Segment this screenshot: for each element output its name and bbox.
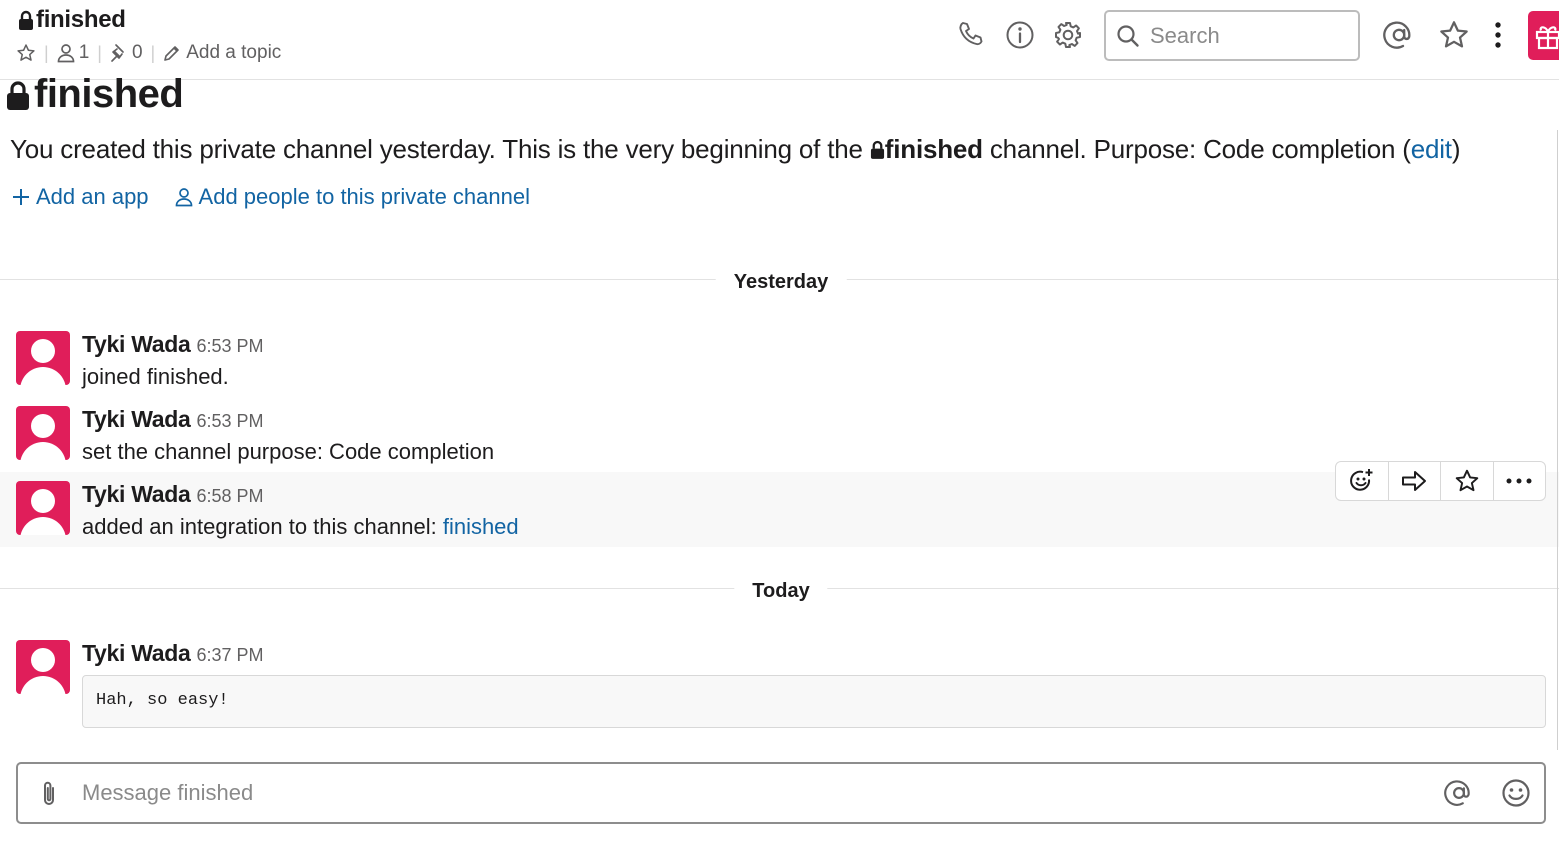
whats-new-button[interactable]	[1528, 11, 1559, 60]
share-arrow-icon	[1402, 471, 1427, 491]
star-icon	[17, 44, 35, 61]
person-icon	[175, 188, 192, 207]
intro-channel-title: finished	[6, 72, 184, 117]
intro-text-after: channel. Purpose: Code completion (	[982, 134, 1411, 164]
search-input[interactable]	[1150, 22, 1340, 49]
message-item: Tyki Wada 6:53 PM set the channel purpos…	[0, 397, 1559, 472]
star-message-button[interactable]	[1441, 462, 1494, 500]
add-people-button[interactable]: Add people to this private channel	[175, 184, 530, 210]
horizontal-dots-icon	[1506, 478, 1532, 484]
message-item: Tyki Wada 6:53 PM joined finished.	[0, 322, 1559, 397]
lock-icon	[870, 140, 884, 159]
at-sign-icon	[1383, 21, 1411, 49]
message-timestamp[interactable]: 6:53 PM	[197, 336, 264, 357]
message-text-body: added an integration to this channel:	[82, 514, 443, 539]
edit-purpose-link[interactable]: edit	[1411, 134, 1452, 164]
message-header: Tyki Wada 6:53 PM	[82, 331, 264, 358]
vertical-dots-icon	[1495, 22, 1501, 48]
message-author[interactable]: Tyki Wada	[82, 331, 191, 358]
mentions-button[interactable]	[1383, 19, 1415, 51]
info-icon	[1006, 21, 1034, 49]
message-text: set the channel purpose: Code completion	[82, 439, 495, 464]
meta-separator: |	[97, 42, 102, 63]
search-box[interactable]	[1104, 10, 1360, 61]
integration-link[interactable]: finished	[443, 514, 519, 539]
message-timestamp[interactable]: 6:53 PM	[197, 411, 264, 432]
search-icon	[1117, 24, 1139, 47]
message-author[interactable]: Tyki Wada	[82, 481, 191, 508]
channel-settings-button[interactable]	[1053, 20, 1083, 50]
message-text: added an integration to this channel: fi…	[82, 514, 519, 540]
phone-icon	[959, 22, 983, 46]
channel-title[interactable]: finished	[18, 6, 126, 34]
mention-button[interactable]	[1444, 778, 1474, 808]
star-channel-button[interactable]	[16, 43, 36, 63]
lock-icon	[19, 10, 33, 30]
add-reaction-icon	[1349, 469, 1373, 491]
paperclip-icon	[44, 781, 54, 805]
message-item: Tyki Wada 6:58 PM added an integration t…	[0, 472, 1559, 547]
day-divider-yesterday: Yesterday	[715, 271, 847, 294]
channel-intro-text: You created this private channel yesterd…	[10, 134, 1461, 165]
pencil-icon	[164, 45, 180, 61]
intro-actions: Add an app Add people to this private ch…	[12, 184, 530, 210]
add-app-button[interactable]: Add an app	[12, 184, 149, 210]
gear-icon	[1055, 22, 1081, 48]
starred-items-button[interactable]	[1438, 19, 1470, 51]
add-topic-label: Add a topic	[186, 42, 282, 63]
call-button[interactable]	[957, 20, 985, 48]
attach-button[interactable]	[38, 779, 60, 809]
intro-channel-name: finished	[34, 72, 184, 116]
emoji-button[interactable]	[1501, 778, 1531, 808]
add-topic-button[interactable]: Add a topic	[163, 42, 281, 64]
channel-name: finished	[36, 6, 126, 33]
share-message-button[interactable]	[1389, 462, 1441, 500]
member-count: 1	[78, 42, 90, 63]
avatar[interactable]	[16, 406, 70, 460]
star-icon	[1455, 469, 1479, 492]
pinned-count-button[interactable]: 0	[110, 42, 143, 64]
message-text: joined finished.	[82, 364, 229, 389]
add-reaction-button[interactable]	[1336, 462, 1389, 500]
pin-icon	[111, 44, 124, 62]
message-header: Tyki Wada 6:53 PM	[82, 406, 264, 433]
intro-close-paren: )	[1451, 134, 1461, 164]
message-author[interactable]: Tyki Wada	[82, 406, 191, 433]
channel-details-button[interactable]	[1005, 20, 1035, 50]
message-actions-toolbar	[1335, 461, 1546, 501]
message-timestamp[interactable]: 6:58 PM	[197, 486, 264, 507]
person-icon	[57, 44, 75, 63]
star-icon	[1440, 21, 1468, 48]
avatar[interactable]	[16, 640, 70, 694]
meta-separator: |	[150, 42, 156, 63]
channel-header: finished | 1 | 0 | Add a topic	[0, 0, 1559, 80]
smiley-icon	[1502, 779, 1530, 807]
plus-icon	[13, 189, 29, 205]
pinned-count: 0	[131, 42, 143, 63]
at-sign-icon	[1444, 780, 1470, 806]
intro-text-before: You created this private channel yesterd…	[10, 134, 870, 164]
message-timestamp[interactable]: 6:37 PM	[197, 645, 264, 666]
more-actions-button[interactable]	[1494, 462, 1546, 500]
avatar[interactable]	[16, 331, 70, 385]
code-block: Hah, so easy!	[82, 675, 1546, 728]
lock-icon	[7, 80, 29, 110]
add-people-label: Add people to this private channel	[198, 184, 530, 209]
message-input[interactable]	[82, 776, 1422, 810]
avatar[interactable]	[16, 481, 70, 535]
message-author[interactable]: Tyki Wada	[82, 640, 191, 667]
scrollbar-track[interactable]	[1557, 130, 1558, 750]
channel-meta: | 1 | 0 | Add a topic	[16, 42, 281, 64]
message-header: Tyki Wada 6:58 PM	[82, 481, 264, 508]
gift-icon	[1535, 25, 1559, 49]
more-options-button[interactable]	[1488, 19, 1508, 51]
add-app-label: Add an app	[36, 184, 149, 209]
meta-separator: |	[44, 42, 49, 63]
day-divider-today: Today	[734, 580, 828, 603]
message-header: Tyki Wada 6:37 PM	[82, 640, 264, 667]
intro-channel-ref: finished	[884, 134, 983, 164]
message-composer[interactable]	[16, 762, 1546, 824]
member-count-button[interactable]: 1	[57, 42, 90, 64]
